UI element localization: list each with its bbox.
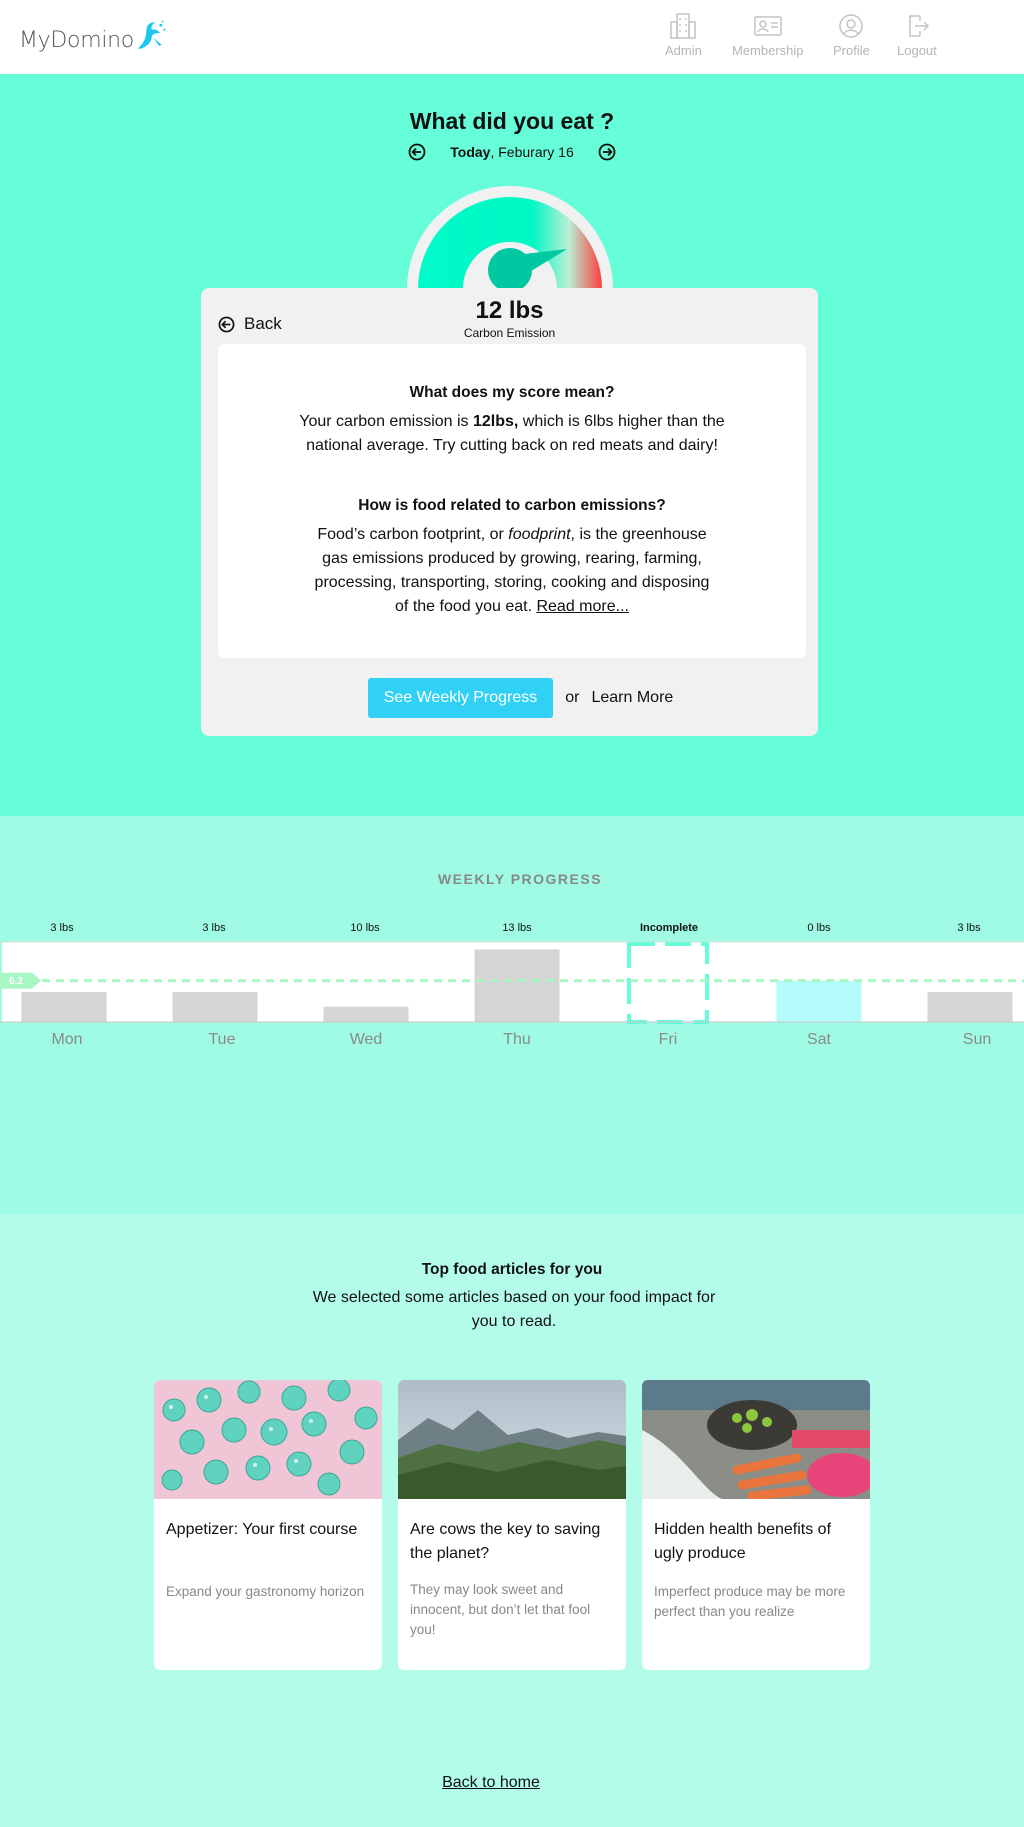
bar-sun bbox=[927, 992, 1013, 1022]
bar-tue bbox=[172, 992, 258, 1022]
score-meaning-heading: What does my score mean? bbox=[409, 384, 615, 401]
food-emissions-heading: How is food related to carbon emissions? bbox=[358, 497, 666, 514]
score-card: Back 12 lbs Carbon Emission What does my… bbox=[201, 288, 818, 736]
food-emissions-text: Food’s carbon footprint, or foodprint, i… bbox=[314, 526, 710, 615]
articles-title: Top food articles for you bbox=[421, 1261, 603, 1278]
hero-section: What did you eat ? Today, Feburary 16 Ba… bbox=[0, 74, 1024, 816]
score-value: 12 lbs bbox=[475, 297, 544, 324]
articles-section: Top food articles for you We selected so… bbox=[0, 1214, 1024, 1827]
nav-profile[interactable]: Profile bbox=[833, 12, 870, 58]
value-label: 3 lbs bbox=[202, 922, 226, 934]
article-image-produce bbox=[642, 1380, 870, 1499]
article-description: Imperfect produce may be more perfect th… bbox=[654, 1584, 846, 1619]
articles-subtitle: We selected some articles based on your … bbox=[312, 1289, 716, 1330]
article-image-landscape bbox=[398, 1380, 626, 1499]
value-label: 0 lbs bbox=[807, 922, 831, 934]
learn-more-link[interactable]: Learn More bbox=[591, 689, 673, 707]
logo[interactable]: MyDomino bbox=[19, 20, 168, 60]
or-text: or bbox=[565, 689, 580, 706]
logo-text: MyDomino bbox=[19, 27, 134, 53]
bar-mon bbox=[21, 992, 107, 1022]
see-weekly-progress-button[interactable]: See Weekly Progress bbox=[367, 678, 554, 718]
day-label: Sat bbox=[807, 1031, 832, 1048]
bird-logo-icon bbox=[137, 20, 166, 49]
value-label: 10 lbs bbox=[350, 922, 380, 934]
nav-membership-label: Membership bbox=[732, 43, 804, 58]
article-description: Expand your gastronomy horizon bbox=[166, 1584, 365, 1599]
page-title: What did you eat ? bbox=[409, 108, 615, 134]
card-actions: See Weekly Progress or Learn More bbox=[201, 678, 818, 718]
article-title: Appetizer: Your first course bbox=[166, 1521, 358, 1538]
article-card[interactable]: Appetizer: Your first course Expand your… bbox=[154, 1380, 382, 1670]
day-label: Mon bbox=[51, 1031, 82, 1048]
date-today: Today bbox=[450, 144, 491, 160]
article-description: They may look sweet and innocent, but do… bbox=[410, 1582, 591, 1637]
bar-wed bbox=[323, 1006, 409, 1022]
score-label: Carbon Emission bbox=[463, 326, 556, 340]
weekly-progress-title: WEEKLY PROGRESS bbox=[437, 871, 603, 887]
user-circle-icon bbox=[839, 14, 864, 38]
read-more-link[interactable]: Read more... bbox=[536, 598, 628, 615]
value-label: Incomplete bbox=[640, 922, 698, 934]
article-title: Hidden health benefits of ugly produce bbox=[654, 1521, 832, 1562]
average-label: 6.2 bbox=[9, 976, 23, 987]
bar-thu bbox=[474, 949, 560, 1022]
nav-admin-label: Admin bbox=[665, 43, 702, 58]
article-title: Are cows the key to saving the planet? bbox=[410, 1521, 601, 1562]
nav-admin[interactable]: Admin bbox=[665, 12, 702, 58]
nav-logout-label: Logout bbox=[897, 43, 937, 58]
nav-logout[interactable]: Logout bbox=[897, 12, 937, 58]
back-to-home-link[interactable]: Back to home bbox=[0, 1774, 982, 1792]
bar-sat bbox=[776, 980, 862, 1022]
date-navigator: Today, Feburary 16 bbox=[0, 143, 1024, 161]
nav-membership[interactable]: Membership bbox=[732, 12, 804, 58]
value-label: 13 lbs bbox=[502, 922, 532, 934]
next-day-arrow-icon[interactable] bbox=[598, 143, 616, 161]
weekly-progress-section: WEEKLY PROGRESS 6.2 3 lbs 3 lbs 10 lbs 13 lb… bbox=[0, 816, 1024, 1214]
value-label: 3 lbs bbox=[50, 922, 74, 934]
nav-profile-label: Profile bbox=[833, 43, 870, 58]
current-date: Today, Feburary 16 bbox=[450, 144, 573, 160]
value-label: 3 lbs bbox=[957, 922, 981, 934]
weekly-bar-chart: 6.2 3 lbs 3 lbs 10 lbs 13 lbs Incomplete 0 lbs… bbox=[0, 922, 1024, 1048]
building-icon bbox=[670, 13, 697, 39]
score-explanation: What does my score mean? Your carbon emi… bbox=[218, 344, 806, 658]
emission-gauge bbox=[407, 186, 613, 296]
day-label: Sun bbox=[963, 1031, 991, 1048]
article-card[interactable]: Hidden health benefits of ugly produce I… bbox=[642, 1380, 870, 1670]
day-label: Tue bbox=[209, 1031, 236, 1048]
day-label: Fri bbox=[659, 1031, 678, 1048]
logout-icon bbox=[909, 15, 929, 37]
id-card-icon bbox=[754, 16, 782, 36]
article-image-cupcakes bbox=[154, 1380, 382, 1499]
day-label: Wed bbox=[350, 1031, 383, 1048]
day-label: Thu bbox=[503, 1031, 531, 1048]
top-header: MyDomino Admin Membership Profile Logout bbox=[0, 0, 1024, 74]
prev-day-arrow-icon[interactable] bbox=[408, 143, 426, 161]
date-value: , Feburary 16 bbox=[490, 144, 574, 160]
article-card[interactable]: Are cows the key to saving the planet? T… bbox=[398, 1380, 626, 1670]
score-meaning-text: Your carbon emission is 12lbs, which is … bbox=[299, 413, 725, 454]
